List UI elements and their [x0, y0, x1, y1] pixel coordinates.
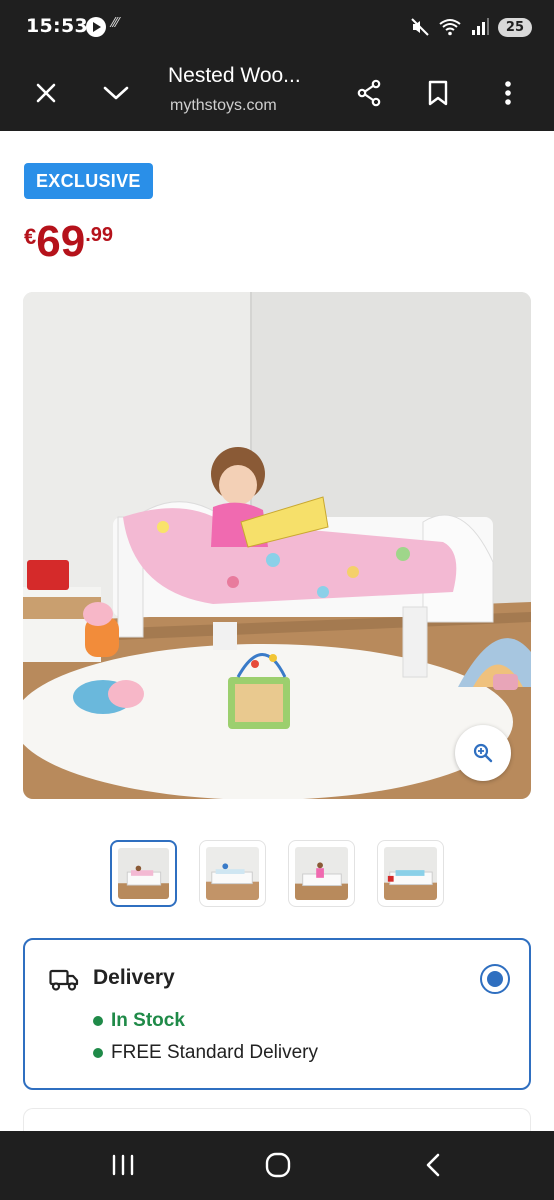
shipping-info: FREE Standard Delivery [93, 1042, 318, 1064]
browser-toolbar: Nested Woo... mythstoys.com [0, 56, 554, 131]
wifi-icon [439, 19, 461, 36]
price-currency: € [24, 224, 37, 249]
stock-dot-icon [93, 1016, 103, 1026]
status-misc-icon: ⁄⁄⁄ [112, 16, 119, 31]
more-options-icon[interactable] [487, 72, 529, 114]
stock-status-label: In Stock [111, 1010, 185, 1031]
status-bar: 15:53 ⁄⁄⁄ 25 [0, 0, 554, 56]
thumbnail-4[interactable] [377, 840, 444, 907]
share-icon[interactable] [348, 72, 390, 114]
delivery-radio[interactable] [480, 964, 510, 994]
bookmark-icon[interactable] [417, 72, 459, 114]
status-icons: 25 [410, 14, 532, 40]
page-title: Nested Woo... [168, 64, 301, 87]
status-time: 15:53 [26, 15, 88, 37]
home-icon[interactable] [256, 1145, 300, 1185]
stock-status: In Stock [93, 1010, 185, 1032]
recent-apps-icon[interactable] [101, 1145, 145, 1185]
zoom-in-icon [473, 743, 493, 763]
shipping-label: FREE Standard Delivery [111, 1042, 318, 1063]
price-main: 69 [36, 217, 86, 266]
mute-icon [411, 18, 429, 36]
product-image[interactable] [23, 292, 531, 799]
signal-icon [471, 18, 489, 35]
thumbnail-2[interactable] [199, 840, 266, 907]
battery-indicator: 25 [497, 17, 532, 37]
truck-icon [49, 969, 79, 991]
radio-selected-dot [487, 971, 503, 987]
delivery-title: Delivery [93, 966, 175, 989]
zoom-button[interactable] [455, 725, 511, 781]
media-play-icon [86, 17, 106, 37]
page-domain: mythstoys.com [170, 97, 277, 114]
price-cents: .99 [85, 224, 114, 246]
exclusive-badge: EXCLUSIVE [24, 163, 153, 199]
product-price: € 69 .99 [24, 220, 113, 264]
system-navigation-bar [0, 1131, 554, 1200]
shipping-dot-icon [93, 1048, 103, 1058]
close-icon[interactable] [25, 72, 67, 114]
thumbnail-1[interactable] [110, 840, 177, 907]
back-icon[interactable] [411, 1145, 455, 1185]
thumbnail-3[interactable] [288, 840, 355, 907]
chevron-down-icon[interactable] [95, 72, 137, 114]
delivery-option[interactable]: Delivery In Stock FREE Standard Delivery [23, 938, 531, 1090]
